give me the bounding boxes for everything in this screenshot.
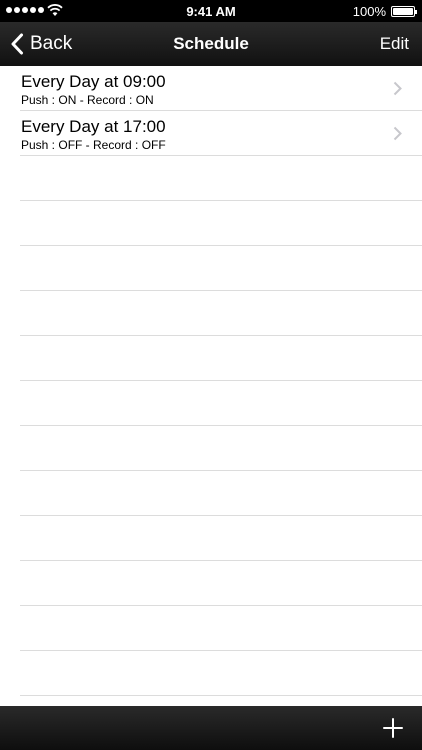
back-button[interactable]: Back: [10, 22, 72, 66]
schedule-subtitle: Push : ON - Record : ON: [21, 93, 154, 107]
schedule-title: Every Day at 09:00: [21, 72, 166, 91]
empty-row: [20, 426, 422, 471]
schedule-row[interactable]: Every Day at 09:00 Push : ON - Record : …: [20, 66, 422, 111]
empty-row: [20, 156, 422, 201]
schedule-row[interactable]: Every Day at 17:00 Push : OFF - Record :…: [20, 111, 422, 156]
plus-icon[interactable]: [382, 717, 404, 739]
bottom-toolbar: [0, 706, 422, 750]
empty-row: [20, 291, 422, 336]
empty-row: [20, 651, 422, 696]
status-bar: 9:41 AM 100%: [0, 0, 422, 22]
empty-row: [20, 561, 422, 606]
schedule-subtitle: Push : OFF - Record : OFF: [21, 138, 166, 152]
navigation-bar: Back Schedule Edit: [0, 22, 422, 66]
back-button-label: Back: [30, 33, 73, 54]
empty-row: [20, 336, 422, 381]
chevron-left-icon: [11, 33, 23, 55]
empty-row: [20, 246, 422, 291]
schedule-list: Every Day at 09:00 Push : ON - Record : …: [0, 66, 422, 706]
edit-button[interactable]: Edit: [380, 22, 409, 66]
schedule-title: Every Day at 17:00: [21, 117, 166, 136]
empty-row: [20, 516, 422, 561]
chevron-right-icon: [393, 126, 402, 141]
empty-row: [20, 201, 422, 246]
empty-row: [20, 471, 422, 516]
empty-row: [20, 606, 422, 651]
chevron-right-icon: [393, 81, 402, 96]
battery-icon: [391, 6, 417, 17]
empty-row: [20, 381, 422, 426]
battery-percentage: 100%: [352, 4, 386, 19]
